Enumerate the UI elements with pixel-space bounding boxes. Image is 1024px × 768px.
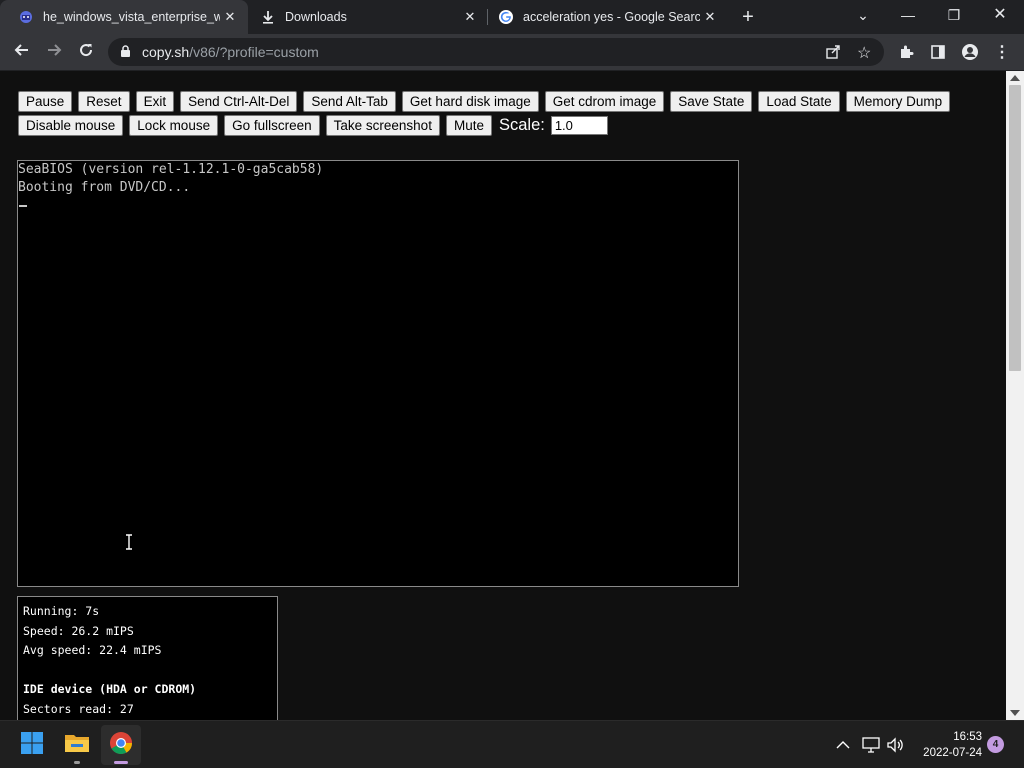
profile-avatar-icon[interactable] — [958, 40, 982, 64]
mute-button[interactable]: Mute — [445, 115, 492, 136]
emulator-screen[interactable]: SeaBIOS (version rel-1.12.1-0-ga5cab58) … — [17, 160, 739, 587]
controls-row-2: Disable mouse Lock mouse Go fullscreen T… — [18, 115, 608, 136]
folder-icon — [64, 732, 90, 759]
screen-text: SeaBIOS (version rel-1.12.1-0-ga5cab58) … — [18, 161, 323, 196]
menu-kebab-icon[interactable]: ⋮ — [990, 40, 1014, 64]
bookmark-star-icon[interactable]: ☆ — [857, 43, 871, 63]
get-cdrom-image-button[interactable]: Get cdrom image — [544, 91, 665, 112]
close-tab-icon[interactable]: ✕ — [220, 9, 240, 25]
file-explorer-button[interactable] — [57, 725, 97, 765]
stat-sectors-read: Sectors read: 27 — [23, 702, 134, 716]
v86-favicon-icon — [18, 9, 34, 25]
browser-toolbar: copy.sh/v86/?profile=custom ☆ ⋮ — [0, 34, 1024, 71]
forward-icon[interactable] — [42, 40, 66, 64]
memory-dump-button[interactable]: Memory Dump — [845, 91, 951, 112]
address-bar[interactable]: copy.sh/v86/?profile=custom ☆ — [108, 38, 884, 66]
tab-label: Downloads — [285, 10, 347, 24]
scroll-thumb[interactable] — [1009, 85, 1021, 371]
url-text: copy.sh/v86/?profile=custom — [142, 44, 319, 60]
clock-date: 2022-07-24 — [923, 747, 982, 759]
scroll-up-arrow-icon[interactable] — [1010, 75, 1020, 81]
controls-row-1: Pause Reset Exit Send Ctrl-Alt-Del Send … — [18, 91, 956, 112]
pause-button[interactable]: Pause — [18, 91, 73, 112]
restore-icon[interactable]: ❐ — [934, 0, 974, 30]
send-alt-tab-button[interactable]: Send Alt-Tab — [303, 91, 396, 112]
close-tab-icon[interactable]: ✕ — [460, 9, 480, 25]
url-host: copy.sh — [142, 44, 190, 60]
start-button[interactable] — [12, 725, 52, 765]
lock-icon[interactable] — [120, 45, 131, 63]
running-indicator — [74, 761, 80, 764]
extensions-icon[interactable] — [894, 40, 918, 64]
close-window-icon[interactable]: ✕ — [980, 0, 1020, 30]
screen-line: SeaBIOS (version rel-1.12.1-0-ga5cab58) — [18, 162, 324, 177]
load-state-button[interactable]: Load State — [758, 91, 840, 112]
url-path: /v86/?profile=custom — [189, 44, 319, 60]
lock-mouse-button[interactable]: Lock mouse — [129, 115, 219, 136]
scale-input[interactable] — [550, 116, 608, 135]
taskbar-clock[interactable]: 16:53 2022-07-24 — [906, 729, 982, 761]
side-panel-icon[interactable] — [926, 40, 950, 64]
network-icon[interactable] — [860, 733, 882, 757]
stat-ide-heading: IDE device (HDA or CDROM) — [23, 682, 197, 696]
clock-time: 16:53 — [953, 731, 982, 743]
exit-button[interactable]: Exit — [135, 91, 175, 112]
tab-downloads[interactable]: Downloads ✕ — [242, 0, 488, 34]
send-ctrl-alt-del-button[interactable]: Send Ctrl-Alt-Del — [180, 91, 298, 112]
tab-strip: he_windows_vista_enterprise_wit ✕ Downlo… — [0, 0, 1024, 34]
back-icon[interactable] — [10, 40, 34, 64]
new-tab-button[interactable]: + — [738, 5, 758, 29]
volume-icon[interactable] — [884, 733, 906, 757]
get-hard-disk-image-button[interactable]: Get hard disk image — [401, 91, 539, 112]
reload-icon[interactable] — [74, 40, 98, 64]
tab-google-search[interactable]: acceleration yes - Google Search ✕ — [480, 0, 728, 34]
save-state-button[interactable]: Save State — [670, 91, 753, 112]
share-icon[interactable] — [825, 44, 841, 65]
disable-mouse-button[interactable]: Disable mouse — [18, 115, 124, 136]
take-screenshot-button[interactable]: Take screenshot — [325, 115, 440, 136]
chrome-taskbar-button[interactable] — [101, 725, 141, 765]
scale-label: Scale: — [498, 116, 545, 134]
stat-speed: Speed: 26.2 mIPS — [23, 624, 134, 638]
stat-avg-speed: Avg speed: 22.4 mIPS — [23, 643, 162, 657]
screen-line: Booting from DVD/CD... — [18, 179, 191, 195]
go-fullscreen-button[interactable]: Go fullscreen — [224, 115, 320, 136]
active-indicator — [114, 761, 128, 764]
download-icon — [260, 9, 276, 25]
mouse-ibeam-cursor-icon — [125, 534, 133, 550]
windows-logo-icon — [20, 731, 44, 760]
reset-button[interactable]: Reset — [78, 91, 130, 112]
text-cursor — [19, 205, 27, 207]
emulator-stats-panel: Running: 7s Speed: 26.2 mIPS Avg speed: … — [17, 596, 278, 720]
tab-label: he_windows_vista_enterprise_wit — [43, 10, 220, 24]
stat-running: Running: 7s — [23, 604, 100, 618]
tab-v86[interactable]: he_windows_vista_enterprise_wit ✕ — [0, 0, 248, 34]
tab-search-chevron-icon[interactable]: ⌄ — [843, 0, 883, 30]
minimize-icon[interactable]: — — [888, 0, 928, 30]
google-icon — [498, 9, 514, 25]
page-scrollbar[interactable] — [1006, 71, 1024, 720]
windows-taskbar: 16:53 2022-07-24 4 — [0, 720, 1024, 768]
page-content: Pause Reset Exit Send Ctrl-Alt-Del Send … — [0, 71, 1006, 720]
show-hidden-icons-chevron-icon[interactable] — [834, 733, 852, 757]
close-tab-icon[interactable]: ✕ — [700, 9, 720, 25]
tab-label: acceleration yes - Google Search — [523, 10, 700, 24]
scroll-down-arrow-icon[interactable] — [1010, 710, 1020, 716]
chrome-icon — [109, 731, 133, 760]
notification-badge[interactable]: 4 — [987, 736, 1004, 753]
